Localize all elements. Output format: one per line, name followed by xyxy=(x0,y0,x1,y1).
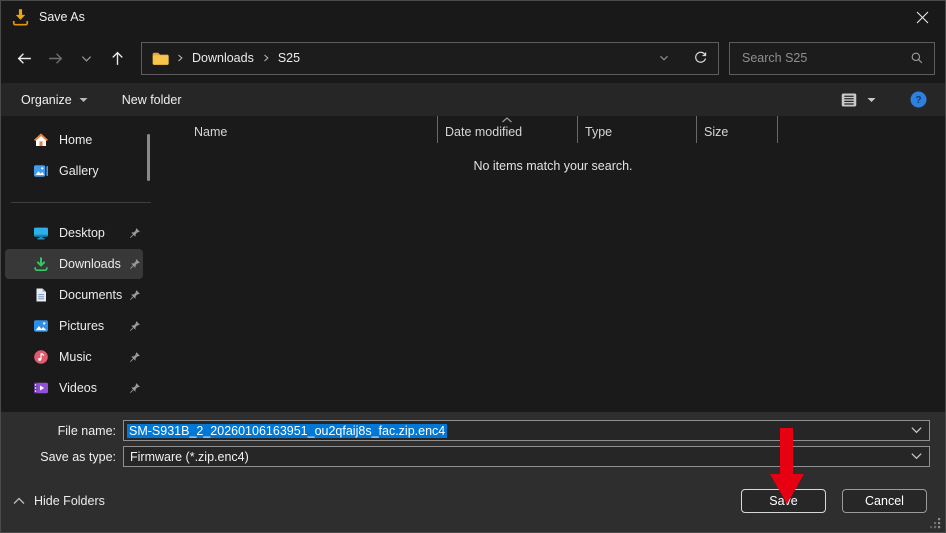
gallery-icon xyxy=(34,165,48,177)
breadcrumb-downloads[interactable]: Downloads xyxy=(192,51,254,65)
search-input[interactable] xyxy=(742,51,910,65)
forward-button[interactable] xyxy=(40,43,71,74)
sidebar-item-label: Music xyxy=(59,350,92,364)
hide-folders-label: Hide Folders xyxy=(34,494,105,508)
address-dropdown-chevron-icon[interactable] xyxy=(657,51,671,65)
sidebar-item-documents[interactable]: Documents xyxy=(5,280,143,310)
hide-folders-button[interactable]: Hide Folders xyxy=(13,494,105,508)
file-name-label: File name: xyxy=(57,423,116,438)
organize-button[interactable]: Organize xyxy=(21,93,88,107)
pin-icon xyxy=(130,289,140,300)
sidebar-separator xyxy=(11,202,151,203)
sidebar-item-videos[interactable]: Videos xyxy=(5,373,143,403)
forward-icon xyxy=(49,52,63,64)
chevron-up-icon xyxy=(13,497,25,504)
column-headers: Name Date modified Type Size xyxy=(161,116,945,143)
music-icon xyxy=(34,350,48,364)
back-button[interactable] xyxy=(9,43,40,74)
window-title: Save As xyxy=(39,10,85,24)
sidebar-item-home[interactable]: Home xyxy=(5,125,143,155)
download-app-icon xyxy=(12,8,29,26)
file-name-value: SM-S931B_2_20260106163951_ou2qfaij8s_fac… xyxy=(127,423,448,438)
content-area: Home Gallery Desktop Downloads Documents… xyxy=(1,116,945,412)
up-arrow-icon xyxy=(112,51,123,65)
search-box[interactable] xyxy=(729,41,935,75)
downloads-icon xyxy=(34,257,48,272)
svg-text:?: ? xyxy=(915,95,921,106)
cancel-button[interactable]: Cancel xyxy=(842,489,927,513)
new-folder-button[interactable]: New folder xyxy=(122,93,182,107)
back-icon xyxy=(17,52,31,64)
recent-locations-button[interactable] xyxy=(71,43,102,74)
file-name-input[interactable]: SM-S931B_2_20260106163951_ou2qfaij8s_fac… xyxy=(123,420,930,441)
sidebar-item-label: Home xyxy=(59,133,93,147)
save-as-type-select[interactable]: Firmware (*.zip.enc4) xyxy=(123,446,930,467)
pin-icon xyxy=(130,227,140,238)
close-icon xyxy=(916,11,929,23)
resize-grip[interactable] xyxy=(930,518,941,529)
view-dropdown-caret-icon[interactable] xyxy=(867,97,876,103)
save-button[interactable]: Save xyxy=(741,489,826,513)
refresh-icon[interactable] xyxy=(693,51,708,66)
save-as-dialog: Save As Downloads S25 Search S25 Organiz… xyxy=(0,0,946,533)
sidebar-item-desktop[interactable]: Desktop xyxy=(5,218,143,248)
address-bar[interactable]: Downloads S25 xyxy=(141,41,719,75)
details-view-icon[interactable] xyxy=(841,93,857,107)
sort-ascending-icon xyxy=(502,117,512,123)
save-as-type-value: Firmware (*.zip.enc4) xyxy=(130,449,249,464)
help-icon[interactable]: ? xyxy=(910,91,927,108)
organize-label: Organize xyxy=(21,92,72,107)
sidebar-item-label: Desktop xyxy=(59,226,105,240)
pin-icon xyxy=(130,382,140,393)
breadcrumb-chevron-icon xyxy=(263,54,269,62)
home-icon xyxy=(34,133,48,146)
sidebar-item-label: Gallery xyxy=(59,164,99,178)
pin-icon xyxy=(130,351,140,362)
save-as-type-label: Save as type: xyxy=(40,449,116,464)
file-list-area: Name Date modified Type Size No items ma… xyxy=(161,116,945,412)
up-button[interactable] xyxy=(102,43,133,74)
videos-icon xyxy=(34,382,48,394)
breadcrumb-s25[interactable]: S25 xyxy=(278,51,300,65)
file-name-dropdown-chevron-icon[interactable] xyxy=(910,426,923,435)
pin-icon xyxy=(130,258,140,269)
breadcrumb-chevron-icon xyxy=(178,54,183,62)
save-as-type-dropdown-chevron-icon[interactable] xyxy=(910,452,923,461)
pin-icon xyxy=(130,320,140,331)
sidebar-item-label: Downloads xyxy=(59,257,121,271)
sidebar-item-label: Pictures xyxy=(59,319,105,333)
chevron-down-icon xyxy=(81,55,92,62)
sidebar-scrollbar-thumb[interactable] xyxy=(147,134,150,181)
new-folder-label: New folder xyxy=(121,92,182,107)
documents-icon xyxy=(36,288,46,302)
organize-caret-icon xyxy=(79,97,88,102)
titlebar: Save As xyxy=(1,1,945,33)
command-toolbar: Organize New folder ? xyxy=(1,83,945,116)
pictures-icon xyxy=(34,320,48,332)
sidebar-item-label: Videos xyxy=(59,381,97,395)
search-icon xyxy=(911,52,923,64)
column-header-name[interactable]: Name xyxy=(161,116,438,143)
sidebar-item-music[interactable]: Music xyxy=(5,342,143,372)
sidebar: Home Gallery Desktop Downloads Documents… xyxy=(1,116,161,412)
folder-icon xyxy=(152,52,169,65)
empty-results-message: No items match your search. xyxy=(473,159,633,173)
sidebar-item-label: Documents xyxy=(59,288,123,302)
navigation-bar: Downloads S25 xyxy=(1,33,945,83)
footer-panel: File name: SM-S931B_2_20260106163951_ou2… xyxy=(1,412,945,532)
close-button[interactable] xyxy=(900,1,945,33)
sidebar-item-pictures[interactable]: Pictures xyxy=(5,311,143,341)
column-header-type[interactable]: Type xyxy=(578,116,697,143)
desktop-icon xyxy=(34,227,48,240)
sidebar-item-gallery[interactable]: Gallery xyxy=(5,156,143,186)
column-header-size[interactable]: Size xyxy=(697,116,778,143)
sidebar-item-downloads[interactable]: Downloads xyxy=(5,249,143,279)
